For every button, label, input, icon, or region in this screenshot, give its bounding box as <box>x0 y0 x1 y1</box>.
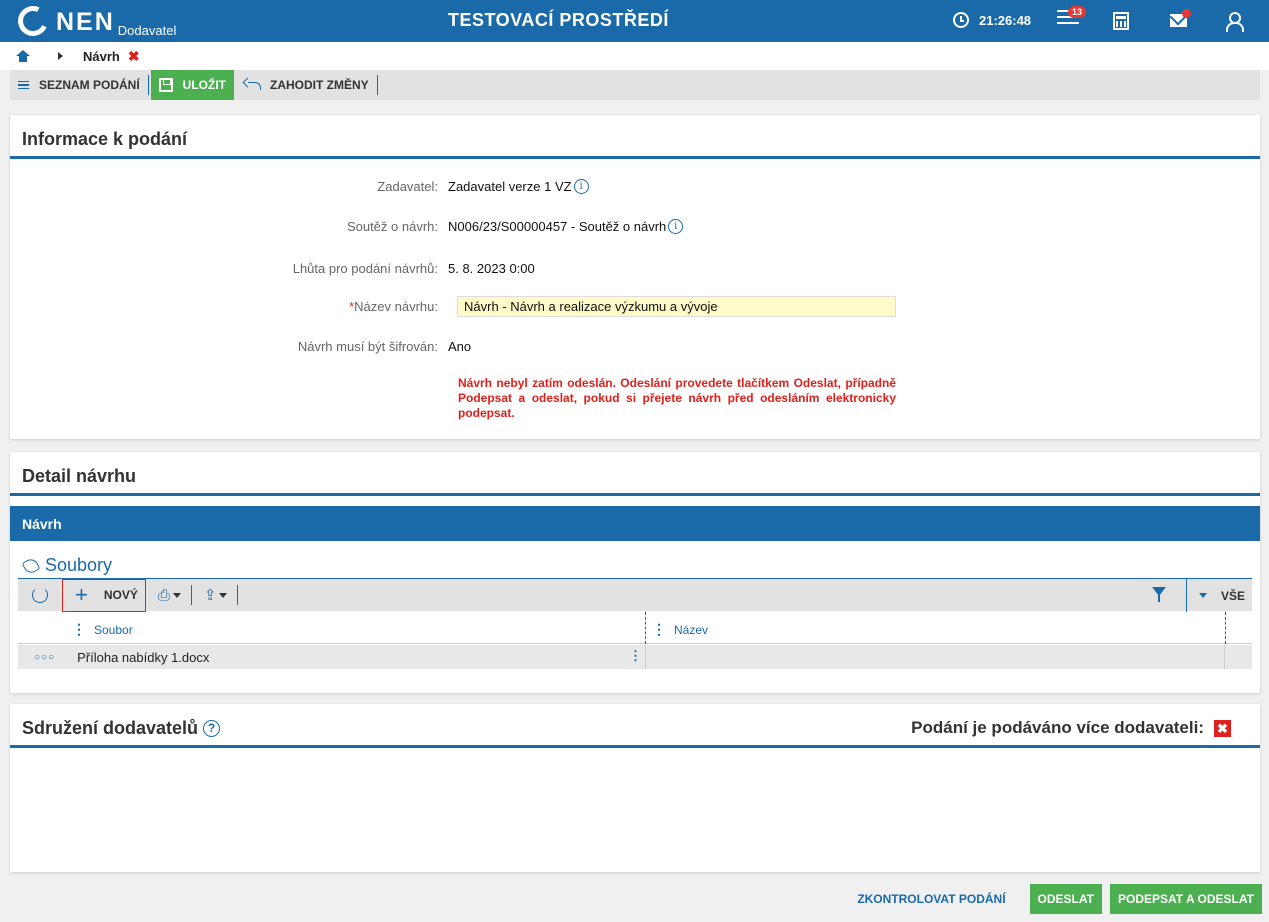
files-title: Soubory <box>21 555 113 576</box>
multiple-suppliers-field: Podání je podáváno více dodavateli: ✖ <box>911 718 1231 738</box>
clock-time: 21:26:48 <box>979 12 1032 28</box>
proposal-name-input[interactable] <box>457 296 896 317</box>
plus-icon: + <box>75 582 88 607</box>
submission-info-panel: Informace k podání Zadavatel: Zadavatel … <box>10 115 1260 439</box>
table-row[interactable]: ○○○ Příloha nabídky 1.docx ⋮ <box>18 645 1252 669</box>
panel-title: Informace k podání <box>10 115 1260 159</box>
discard-changes-label: ZAHODIT ZMĚNY <box>270 78 369 92</box>
breadcrumb-current[interactable]: Návrh <box>83 49 120 64</box>
check-submission-button[interactable]: ZKONTROLOVAT PODÁNÍ <box>857 892 1005 906</box>
sign-and-send-button[interactable]: PODEPSAT A ODESLAT <box>1109 884 1262 914</box>
files-grid-header: ⋮ Soubor ⋮ Název <box>18 612 1252 644</box>
mail-unread-dot <box>1182 9 1191 18</box>
zadavatel-text: Zadavatel verze 1 VZ <box>448 179 572 194</box>
environment-title: TESTOVACÍ PROSTŘEDÍ <box>448 10 669 30</box>
list-submissions-button[interactable]: SEZNAM PODÁNÍ <box>10 70 148 100</box>
list-submissions-label: SEZNAM PODÁNÍ <box>39 78 140 92</box>
row-actions-icon[interactable]: ○○○ <box>34 652 55 663</box>
multiple-suppliers-checkbox[interactable]: ✖ <box>1214 719 1231 737</box>
sifrovan-value: Ano <box>448 339 472 354</box>
form-row-zadavatel: Zadavatel: Zadavatel verze 1 VZ i <box>10 179 1260 194</box>
home-icon[interactable] <box>16 50 30 62</box>
zadavatel-value: Zadavatel verze 1 VZ i <box>448 179 589 194</box>
soutez-text: N006/23/S00000457 - Soutěž o návrh <box>448 219 667 234</box>
filter-all-label: VŠE <box>1221 588 1246 603</box>
new-file-label: NOVÝ <box>103 588 138 602</box>
not-sent-warning: Návrh nebyl zatím odeslán. Odeslání prov… <box>458 376 896 420</box>
soutez-label: Soutěž o návrh: <box>346 219 438 234</box>
filter-all-dropdown[interactable]: VŠE <box>1186 579 1245 612</box>
cell-divider <box>1224 645 1225 669</box>
column-divider[interactable] <box>1225 612 1226 644</box>
chevron-right-icon <box>58 52 63 60</box>
section-header: Návrh <box>10 506 1260 541</box>
notifications-badge: 13 <box>1068 6 1087 18</box>
clock-icon <box>953 12 969 28</box>
nen-logo[interactable]: NEN Dodavatel <box>13 1 177 41</box>
column-header-nazev[interactable]: ⋮ Název <box>652 621 708 638</box>
paperclip-icon <box>21 555 41 576</box>
files-grid-toolbar: + NOVÝ ⎙ ⇪ VŠE <box>18 578 1252 612</box>
proposal-detail-panel: Detail návrhu Návrh Soubory + NOVÝ ⎙ ⇪ V… <box>10 452 1260 693</box>
toolbar-divider <box>147 75 149 95</box>
form-row-sifrovan: Návrh musí být šifrován: Ano <box>10 339 1260 354</box>
footer-actions: ZKONTROLOVAT PODÁNÍ ODESLAT PODEPSAT A O… <box>857 884 1262 914</box>
main-toolbar: SEZNAM PODÁNÍ ULOŽIT ZAHODIT ZMĚNY <box>10 70 1260 100</box>
print-icon[interactable]: ⎙ <box>158 587 181 604</box>
form-row-soutez: Soutěž o návrh: N006/23/S00000457 - Sout… <box>10 219 1260 234</box>
list-icon <box>18 79 29 92</box>
save-label: ULOŽIT <box>182 78 226 92</box>
panel-title-text: Sdružení dodavatelů <box>22 718 199 738</box>
session-clock: 21:26:48 <box>953 12 1031 28</box>
save-button[interactable]: ULOŽIT <box>150 70 234 100</box>
dropdown-arrow-icon <box>172 592 181 598</box>
close-tab-icon[interactable]: ✖ <box>128 48 140 65</box>
form-row-lhuta: Lhůta pro podání návrhů: 5. 8. 2023 0:00 <box>10 261 1260 276</box>
save-icon <box>158 78 173 92</box>
files-title-text: Soubory <box>45 555 113 575</box>
lhuta-label: Lhůta pro podání návrhů: <box>292 261 438 276</box>
supplier-association-panel: Sdružení dodavatelů ? Podání je podáváno… <box>10 704 1260 872</box>
column-menu-icon[interactable]: ⋮ <box>652 621 666 638</box>
logo-text: NEN <box>56 8 115 36</box>
column-header-label: Soubor <box>94 622 133 637</box>
cell-divider <box>645 645 646 669</box>
multiple-suppliers-label: Podání je podáváno více dodavateli: <box>911 718 1204 737</box>
column-menu-icon[interactable]: ⋮ <box>72 621 86 638</box>
info-icon[interactable]: i <box>668 219 684 234</box>
info-icon[interactable]: i <box>573 179 589 194</box>
dropdown-arrow-icon <box>219 592 228 598</box>
column-header-soubor[interactable]: ⋮ Soubor <box>72 621 133 638</box>
lhuta-value: 5. 8. 2023 0:00 <box>448 261 535 276</box>
row-menu-icon[interactable]: ⋮ <box>629 648 642 664</box>
toolbar-divider <box>190 585 192 605</box>
refresh-icon[interactable] <box>32 587 48 603</box>
user-icon[interactable] <box>1226 12 1244 32</box>
new-file-button[interactable]: + NOVÝ <box>62 578 146 612</box>
toolbar-divider <box>237 585 239 605</box>
nazev-label-text: Název návrhu: <box>354 299 438 314</box>
file-name-cell: Příloha nabídky 1.docx <box>77 649 210 665</box>
column-header-label: Název <box>674 622 709 637</box>
zadavatel-label: Zadavatel: <box>377 179 438 194</box>
filter-icon[interactable] <box>1152 587 1166 602</box>
soutez-value: N006/23/S00000457 - Soutěž o návrh i <box>448 219 684 234</box>
export-icon[interactable]: ⇪ <box>204 586 228 604</box>
panel-title: Detail návrhu <box>10 452 1260 496</box>
toolbar-divider <box>376 75 378 95</box>
undo-icon <box>244 79 262 91</box>
logo-icon <box>13 1 53 41</box>
column-divider[interactable] <box>645 612 646 644</box>
dropdown-arrow-icon <box>1199 593 1207 598</box>
help-icon[interactable]: ? <box>203 720 221 737</box>
logo-subtitle: Dodavatel <box>117 23 177 38</box>
breadcrumb: Návrh ✖ <box>0 42 1269 70</box>
nazev-label: *Název návrhu: <box>10 299 448 314</box>
discard-changes-button[interactable]: ZAHODIT ZMĚNY <box>236 70 377 100</box>
calculator-icon[interactable] <box>1113 12 1129 30</box>
top-header: NEN Dodavatel TESTOVACÍ PROSTŘEDÍ 21:26:… <box>0 0 1269 42</box>
sifrovan-label: Návrh musí být šifrován: <box>297 339 438 354</box>
send-button[interactable]: ODESLAT <box>1029 884 1102 914</box>
